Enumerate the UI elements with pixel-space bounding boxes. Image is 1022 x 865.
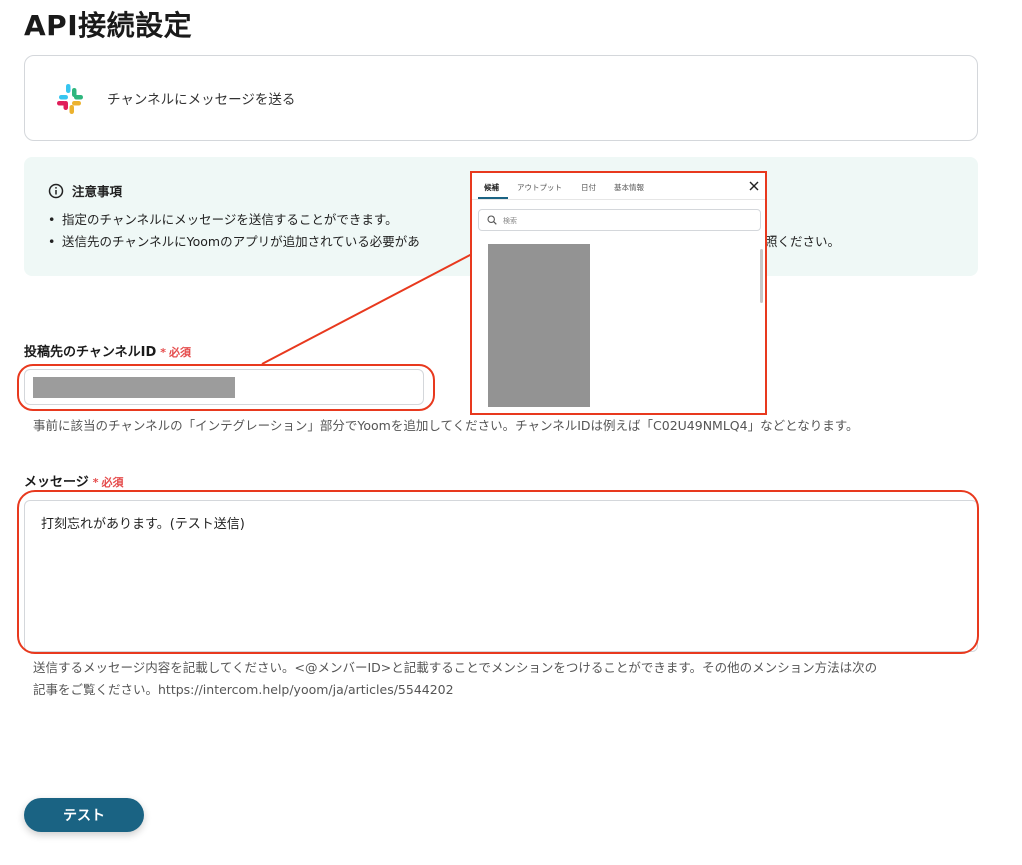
required-badge: * 必須 [93,476,124,489]
message-help-line: 記事をご覧ください。https://intercom.help/yoom/ja/… [33,682,454,697]
info-icon [48,183,64,198]
popup-scrollbar[interactable] [760,249,763,303]
tab-basic-info[interactable]: 基本情報 [614,182,644,193]
channel-id-label: 投稿先のチャンネルID * 必須 [24,341,191,360]
channel-id-label-text: 投稿先のチャンネルID [24,345,157,360]
notice-item: 送信先のチャンネルにYoomのアプリが追加されている必要があ [48,231,420,253]
required-badge: * 必須 [160,346,191,359]
test-button[interactable]: テスト [24,798,144,832]
message-help-line: 送信するメッセージ内容を記載してください。<@メンバーID>と記載することでメン… [33,660,878,675]
required-star: * [92,476,99,489]
notice-title: 注意事項 [72,184,123,199]
tab-candidates[interactable]: 候補 [484,182,499,193]
page-title: API接続設定 [24,9,193,42]
app-action-card: チャンネルにメッセージを送る [24,55,978,141]
popup-tab-bar: 候補 アウトプット 日付 基本情報 [472,173,765,200]
required-label: 必須 [101,476,124,489]
highlight-message-textarea [17,490,979,654]
required-label: 必須 [169,346,192,359]
output-picker-popup: 候補 アウトプット 日付 基本情報 検索 [470,171,767,415]
search-icon [487,215,497,225]
notice-item: 指定のチャンネルにメッセージを送信することができます。 [48,209,420,231]
tab-output[interactable]: アウトプット [517,182,562,193]
tab-date[interactable]: 日付 [581,182,596,193]
required-star: * [160,346,167,359]
highlight-channel-input [17,364,435,411]
channel-id-help: 事前に該当のチャンネルの「インテグレーション」部分でYoomを追加してください。… [33,418,859,433]
notice-trailing-text: 照ください。 [765,234,841,249]
close-icon[interactable] [749,181,759,191]
slack-icon [57,84,83,114]
message-help: 送信するメッセージ内容を記載してください。<@メンバーID>と記載することでメン… [33,657,877,701]
message-label-text: メッセージ [24,475,89,490]
active-tab-indicator [478,197,508,199]
popup-search-input[interactable]: 検索 [478,209,761,231]
masked-candidate-list[interactable] [488,244,590,407]
message-label: メッセージ * 必須 [24,471,124,490]
notice-list: 指定のチャンネルにメッセージを送信することができます。 送信先のチャンネルにYo… [48,209,420,253]
action-label: チャンネルにメッセージを送る [107,92,296,108]
search-placeholder: 検索 [503,217,517,225]
